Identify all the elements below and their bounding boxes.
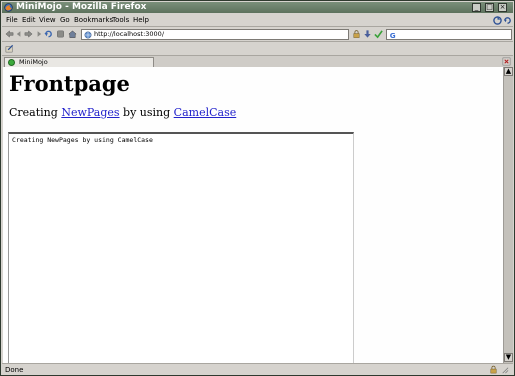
window-title: MiniMojo - Mozilla Firefox (16, 2, 147, 12)
title-bar[interactable]: MiniMojo - Mozilla Firefox _ □ × (2, 2, 513, 13)
refresh-indicator-icon (503, 17, 511, 24)
tab-strip: MiniMojo (2, 55, 513, 67)
tab-minimojo[interactable]: MiniMojo (4, 57, 154, 67)
intro-middle: by using (123, 106, 171, 119)
scroll-up-button[interactable]: ▲ (504, 67, 513, 76)
menu-edit[interactable]: Edit (22, 15, 36, 25)
svg-text:G: G (390, 31, 396, 39)
vertical-scrollbar[interactable]: ▲ ▼ (503, 67, 513, 363)
reload-icon[interactable] (44, 29, 53, 39)
menu-go[interactable]: Go (60, 15, 70, 25)
intro-text: Creating NewPages by using CamelCase (9, 106, 236, 120)
minimize-button[interactable]: _ (472, 3, 481, 12)
page-content: Frontpage Creating NewPages by using Cam… (3, 67, 503, 363)
page-title: Frontpage (9, 71, 130, 96)
status-bar: Done (2, 363, 513, 375)
back-arrow-icon[interactable] (5, 29, 14, 39)
browser-window: MiniMojo - Mozilla Firefox _ □ × File Ed… (0, 0, 515, 376)
menu-view[interactable]: View (39, 15, 56, 25)
camelcase-link[interactable]: CamelCase (174, 106, 237, 119)
menu-bookmarks[interactable]: Bookmarks (74, 15, 113, 25)
back-dropdown-icon[interactable] (15, 29, 24, 39)
forward-arrow-icon[interactable] (24, 29, 33, 39)
download-arrow-icon[interactable] (363, 29, 372, 39)
home-icon[interactable] (68, 29, 77, 39)
menu-help[interactable]: Help (133, 15, 149, 25)
page-globe-icon (84, 31, 92, 39)
editor-content[interactable]: Creating NewPages by using CamelCase (12, 136, 153, 145)
newpages-link[interactable]: NewPages (61, 106, 119, 119)
menu-bar: File Edit View Go Bookmarks Tools Help (2, 14, 513, 26)
close-button[interactable]: × (498, 3, 507, 12)
menu-file[interactable]: File (6, 15, 18, 25)
page-editor-textarea[interactable]: Creating NewPages by using CamelCase (8, 132, 354, 363)
scroll-down-button[interactable]: ▼ (504, 353, 513, 362)
bookmarks-toolbar (2, 41, 513, 55)
google-icon[interactable]: G (389, 31, 397, 39)
maximize-button[interactable]: □ (485, 3, 494, 12)
close-tab-icon[interactable] (502, 57, 511, 66)
navigation-toolbar: http://localhost:3000/ G (2, 26, 513, 41)
menu-tools[interactable]: Tools (112, 15, 129, 25)
intro-prefix: Creating (9, 106, 58, 119)
padlock-icon (353, 30, 360, 38)
firefox-icon (4, 3, 13, 12)
bookmark-edit-icon[interactable] (5, 44, 14, 53)
resize-grip-icon[interactable] (500, 365, 509, 374)
url-bar[interactable]: http://localhost:3000/ (81, 29, 349, 40)
go-arrow-icon[interactable] (374, 29, 383, 39)
padlock-status-icon (490, 365, 497, 374)
url-text[interactable]: http://localhost:3000/ (94, 30, 164, 39)
tab-status-icon (8, 59, 15, 66)
search-box[interactable]: G (386, 29, 512, 40)
throbber-icon (493, 16, 502, 25)
stop-icon[interactable] (56, 29, 65, 39)
tab-label: MiniMojo (19, 58, 48, 66)
forward-dropdown-icon[interactable] (34, 29, 43, 39)
status-text: Done (5, 366, 24, 374)
